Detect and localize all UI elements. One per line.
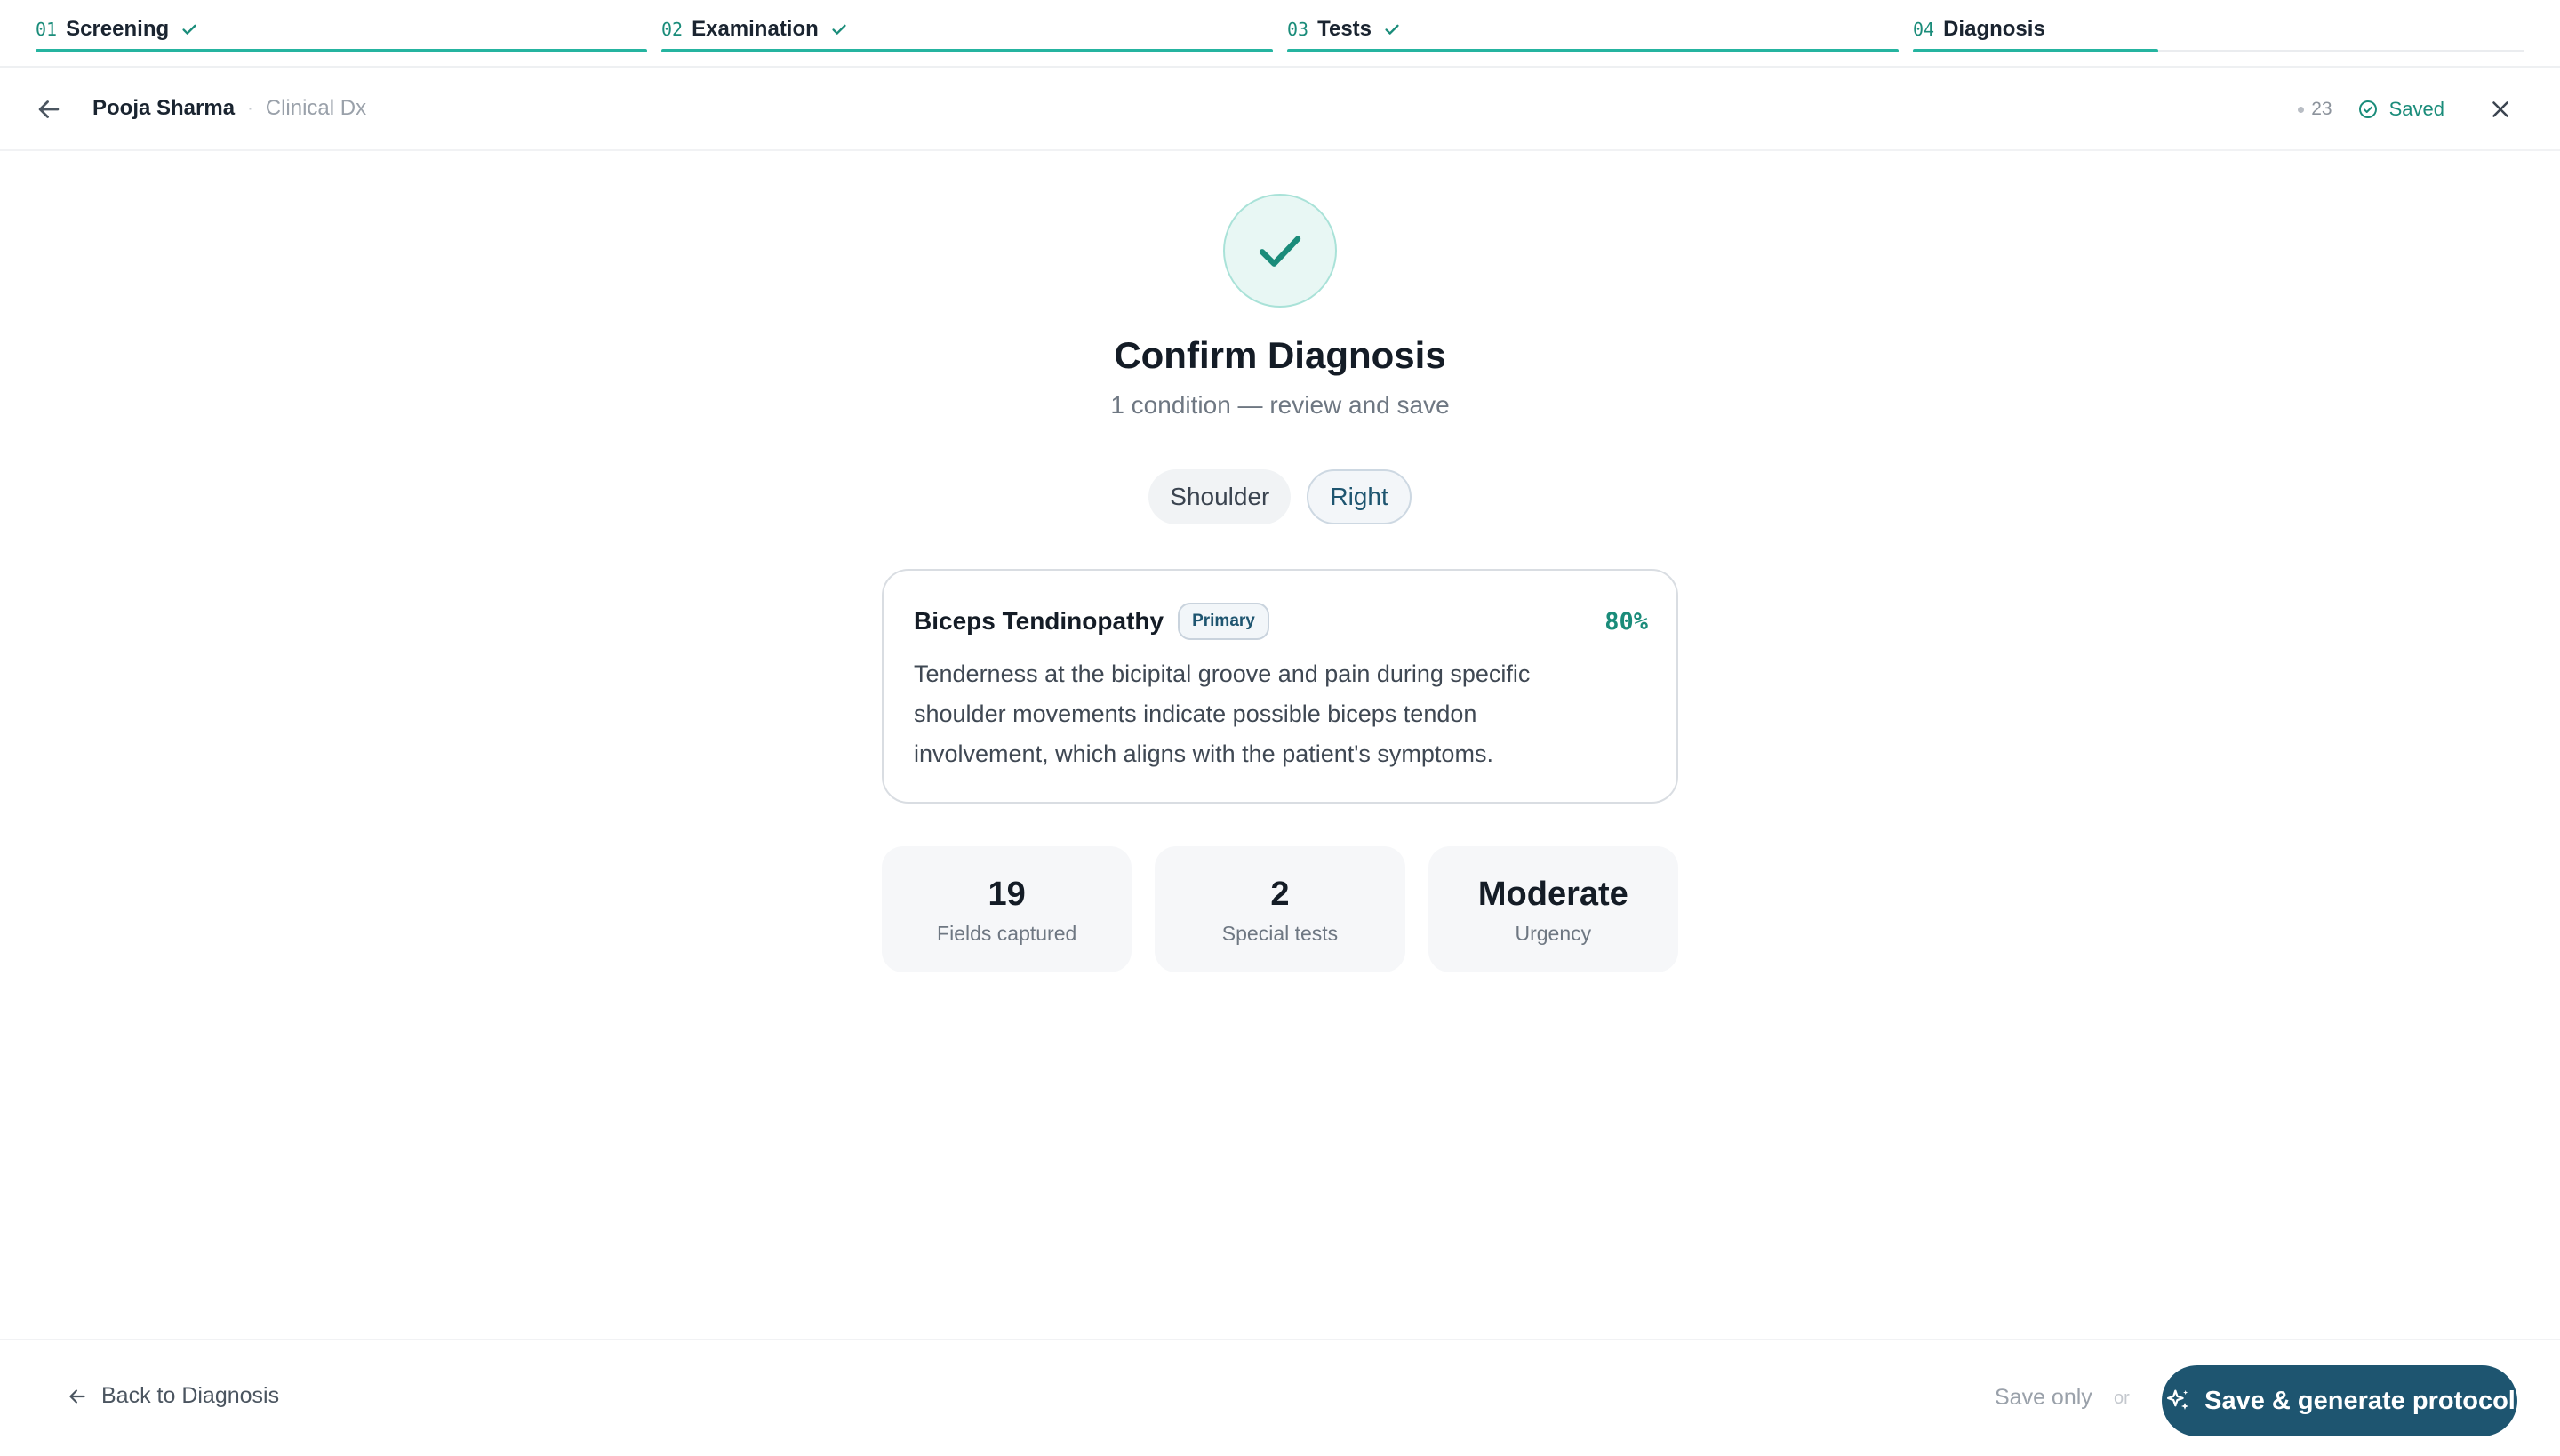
- confidence-score: 80%: [1604, 608, 1648, 636]
- check-icon: [1259, 236, 1301, 267]
- step-number: 01: [36, 19, 58, 40]
- breadcrumb: Pooja Sharma · Clinical Dx: [92, 96, 366, 121]
- breadcrumb-separator: ·: [247, 98, 253, 118]
- page-subtitle: 1 condition — review and save: [1110, 391, 1450, 419]
- step-progress-bar: [661, 49, 1273, 52]
- stat-label: Urgency: [1515, 921, 1592, 945]
- diagnosis-description: Tenderness at the bicipital groove and p…: [914, 660, 1531, 767]
- field-count: 23: [2298, 99, 2332, 120]
- step-progress-bar: [1287, 49, 1899, 52]
- step-label: Tests: [1317, 17, 1372, 41]
- body-region-chips: Shoulder Right: [0, 469, 2560, 524]
- step-diagnosis[interactable]: 04 Diagnosis: [1913, 0, 2524, 55]
- breadcrumb-context: Clinical Dx: [265, 96, 367, 120]
- back-arrow-icon[interactable]: [34, 94, 64, 124]
- stat-label: Fields captured: [937, 921, 1077, 945]
- stat-value: 19: [988, 875, 1026, 913]
- arrow-left-icon: [69, 1388, 85, 1404]
- save-generate-protocol-button[interactable]: Save & generate protocol: [2162, 1365, 2517, 1436]
- success-badge: [1223, 194, 1337, 308]
- step-progress-track: [2158, 50, 2524, 52]
- step-screening[interactable]: 01 Screening: [36, 0, 647, 55]
- back-to-diagnosis-button[interactable]: Back to Diagnosis: [66, 1383, 279, 1409]
- step-examination[interactable]: 02 Examination: [661, 0, 1273, 55]
- saved-label: Saved: [2388, 98, 2444, 120]
- app-root: 01 Screening 02 Examination 03 Tests 04 …: [0, 0, 2560, 1456]
- close-icon[interactable]: [2487, 96, 2514, 123]
- step-label: Examination: [692, 17, 819, 41]
- field-count-value: 23: [2311, 99, 2332, 119]
- stat-value: Moderate: [1477, 875, 1628, 913]
- step-label: Diagnosis: [1943, 17, 2045, 41]
- stat-special-tests: 2 Special tests: [1155, 846, 1405, 972]
- sparkle-icon: [2167, 1389, 2189, 1410]
- region-chip[interactable]: Shoulder: [1148, 469, 1292, 524]
- diagnosis-name: Biceps Tendinopathy: [914, 607, 1164, 635]
- diagnosis-card[interactable]: Biceps Tendinopathy Primary 80% Tenderne…: [882, 569, 1678, 804]
- step-number: 02: [661, 19, 684, 40]
- or-separator: or: [2114, 1388, 2130, 1408]
- progress-stepper: 01 Screening 02 Examination 03 Tests 04 …: [0, 0, 2560, 68]
- dot-icon: [2298, 106, 2305, 113]
- step-number: 04: [1913, 19, 1935, 40]
- step-label: Screening: [66, 17, 170, 41]
- save-only-button[interactable]: Save only: [1995, 1385, 2092, 1411]
- page-header: Pooja Sharma · Clinical Dx 23 Saved: [0, 68, 2560, 151]
- footer-bar: Back to Diagnosis Save only or Save & ge…: [0, 1339, 2560, 1456]
- primary-label: Save & generate protocol: [2204, 1386, 2516, 1415]
- check-icon: [1385, 24, 1399, 35]
- stat-label: Special tests: [1221, 921, 1339, 945]
- check-circle-icon: [2358, 100, 2377, 118]
- stat-fields-captured: 19 Fields captured: [882, 846, 1132, 972]
- step-tests[interactable]: 03 Tests: [1287, 0, 1899, 55]
- patient-name: Pooja Sharma: [92, 96, 236, 120]
- saved-status: Saved: [2357, 98, 2444, 121]
- check-icon: [182, 24, 196, 35]
- step-number: 03: [1287, 19, 1309, 40]
- step-progress-bar: [36, 49, 647, 52]
- stat-value: 2: [1270, 875, 1290, 913]
- step-progress-bar: [1913, 49, 2158, 52]
- stat-urgency: Moderate Urgency: [1428, 846, 1678, 972]
- back-label: Back to Diagnosis: [101, 1383, 280, 1408]
- side-chip[interactable]: Right: [1307, 469, 1412, 524]
- summary-stats: 19 Fields captured 2 Special tests Moder…: [882, 846, 1678, 972]
- check-icon: [832, 24, 846, 35]
- page-title: Confirm Diagnosis: [1114, 334, 1446, 376]
- primary-badge: Primary: [1178, 603, 1269, 640]
- header-actions: 23 Saved: [2298, 94, 2514, 124]
